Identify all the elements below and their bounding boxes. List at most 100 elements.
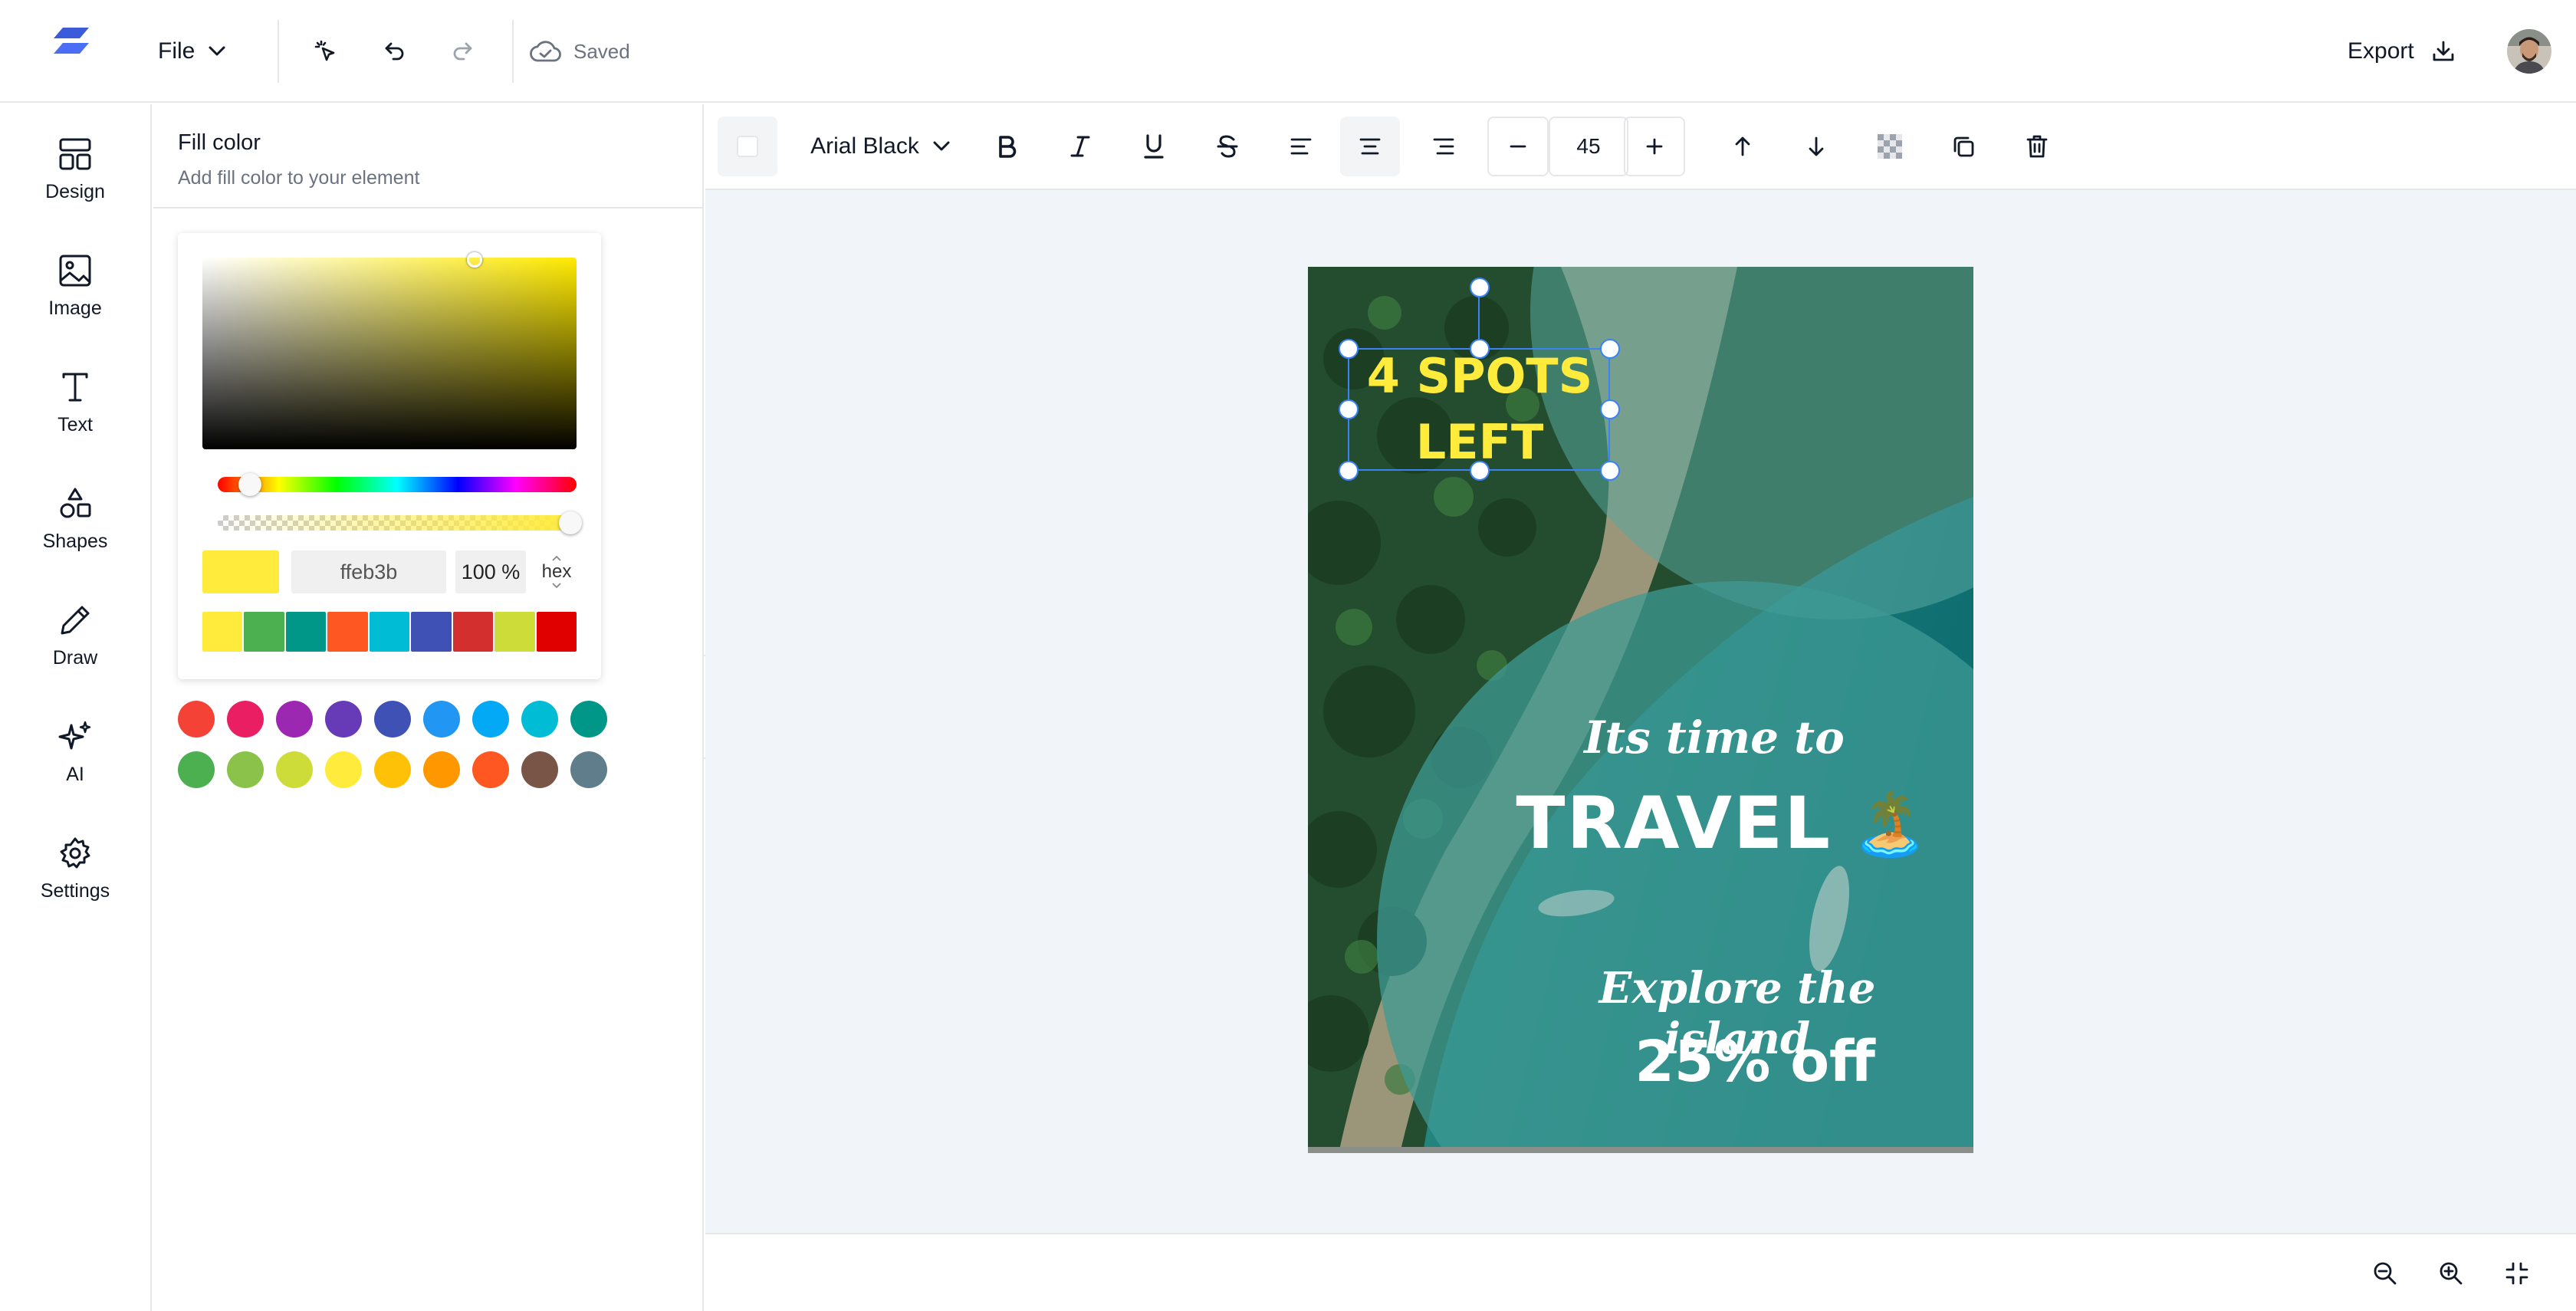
arrow-up-icon bbox=[1732, 135, 1753, 158]
chevron-up-icon bbox=[551, 555, 562, 561]
duplicate-button[interactable] bbox=[1934, 117, 1993, 176]
top-bar: File Saved Export bbox=[0, 0, 2576, 103]
hue-handle[interactable] bbox=[238, 473, 261, 496]
palette-color-swatch[interactable] bbox=[227, 751, 264, 788]
sidebar-item-text[interactable]: Text bbox=[0, 353, 150, 452]
sidebar-item-ai[interactable]: AI bbox=[0, 702, 150, 802]
file-menu-button[interactable]: File bbox=[158, 31, 225, 72]
image-icon bbox=[58, 253, 93, 288]
download-icon bbox=[2431, 39, 2456, 64]
palette-color-swatch[interactable] bbox=[570, 751, 607, 788]
preset-swatch[interactable] bbox=[202, 612, 243, 652]
select-tool-button[interactable] bbox=[308, 34, 343, 69]
palette-color-swatch[interactable] bbox=[521, 751, 558, 788]
font-size-increase-button[interactable] bbox=[1624, 117, 1685, 176]
opacity-handle[interactable] bbox=[559, 511, 582, 534]
palette-color-swatch[interactable] bbox=[325, 701, 362, 738]
resize-handle[interactable] bbox=[1600, 339, 1620, 359]
align-center-button[interactable] bbox=[1340, 117, 1400, 176]
sidebar-item-settings[interactable]: Settings bbox=[0, 819, 150, 918]
preset-swatch[interactable] bbox=[452, 612, 494, 652]
sidebar-item-draw[interactable]: Draw bbox=[0, 586, 150, 685]
bring-forward-button[interactable] bbox=[1713, 117, 1773, 176]
fit-screen-button[interactable] bbox=[2499, 1256, 2535, 1291]
design-canvas[interactable]: 4 SPOTS LEFT Its time to TRAVEL 🏝️ Explo… bbox=[1308, 267, 1973, 1153]
preset-swatch[interactable] bbox=[369, 612, 410, 652]
resize-handle[interactable] bbox=[1470, 339, 1490, 359]
color-picker: 100 % hex bbox=[178, 233, 601, 679]
fill-color-button[interactable] bbox=[718, 117, 777, 176]
rotate-handle[interactable] bbox=[1470, 278, 1490, 297]
align-left-icon bbox=[1290, 136, 1313, 156]
preset-swatch[interactable] bbox=[285, 612, 327, 652]
palette-color-swatch[interactable] bbox=[472, 751, 509, 788]
resize-handle[interactable] bbox=[1470, 461, 1490, 481]
palette-color-swatch[interactable] bbox=[423, 751, 460, 788]
preset-swatch[interactable] bbox=[536, 612, 577, 652]
zoom-out-button[interactable] bbox=[2367, 1256, 2403, 1291]
gear-icon bbox=[58, 836, 93, 871]
italic-button[interactable] bbox=[1050, 117, 1110, 176]
app-logo-icon[interactable] bbox=[52, 28, 90, 55]
sidebar-item-image[interactable]: Image bbox=[0, 236, 150, 336]
resize-handle[interactable] bbox=[1339, 339, 1359, 359]
delete-button[interactable] bbox=[2007, 117, 2067, 176]
resize-handle[interactable] bbox=[1600, 399, 1620, 419]
send-backward-button[interactable] bbox=[1786, 117, 1846, 176]
hex-input[interactable] bbox=[291, 550, 446, 593]
palette-color-swatch[interactable] bbox=[178, 751, 215, 788]
export-button[interactable]: Export bbox=[2348, 31, 2456, 72]
panel-subtitle: Add fill color to your element bbox=[178, 167, 420, 189]
zoom-in-button[interactable] bbox=[2433, 1256, 2469, 1291]
saturation-handle[interactable] bbox=[467, 252, 482, 268]
redo-button[interactable] bbox=[445, 34, 480, 69]
palette-color-swatch[interactable] bbox=[276, 701, 313, 738]
align-right-button[interactable] bbox=[1414, 117, 1474, 176]
opacity-input[interactable]: 100 % bbox=[455, 550, 526, 593]
panel-header: Fill color Add fill color to your elemen… bbox=[153, 104, 702, 209]
resize-handle[interactable] bbox=[1600, 461, 1620, 481]
canvas-text-discount[interactable]: 25% off bbox=[1630, 1029, 1875, 1095]
color-palette bbox=[178, 701, 607, 802]
preset-swatch[interactable] bbox=[327, 612, 368, 652]
palette-color-swatch[interactable] bbox=[423, 701, 460, 738]
minimize-icon bbox=[2504, 1260, 2530, 1286]
palette-color-swatch[interactable] bbox=[472, 701, 509, 738]
palette-color-swatch[interactable] bbox=[325, 751, 362, 788]
toolbar-divider bbox=[278, 20, 279, 83]
palette-color-swatch[interactable] bbox=[521, 701, 558, 738]
island-emoji-icon[interactable]: 🏝️ bbox=[1852, 793, 1928, 855]
palette-color-swatch[interactable] bbox=[227, 701, 264, 738]
palette-color-swatch[interactable] bbox=[374, 751, 411, 788]
opacity-slider[interactable] bbox=[218, 515, 577, 531]
bottom-bar bbox=[705, 1233, 2576, 1311]
preset-swatch[interactable] bbox=[411, 612, 452, 652]
sidebar-item-shapes[interactable]: Shapes bbox=[0, 469, 150, 569]
preset-swatch[interactable] bbox=[495, 612, 535, 652]
align-left-button[interactable] bbox=[1271, 117, 1331, 176]
resize-handle[interactable] bbox=[1339, 461, 1359, 481]
palette-color-swatch[interactable] bbox=[276, 751, 313, 788]
strikethrough-button[interactable] bbox=[1198, 117, 1257, 176]
user-avatar[interactable] bbox=[2507, 29, 2551, 74]
palette-color-swatch[interactable] bbox=[374, 701, 411, 738]
saturation-value-area[interactable] bbox=[202, 258, 577, 449]
font-size-input[interactable]: 45 bbox=[1549, 117, 1628, 176]
bold-button[interactable] bbox=[977, 117, 1037, 176]
font-size-decrease-button[interactable] bbox=[1487, 117, 1549, 176]
hue-slider[interactable] bbox=[218, 477, 577, 492]
palette-color-swatch[interactable] bbox=[178, 701, 215, 738]
resize-handle[interactable] bbox=[1339, 399, 1359, 419]
color-mode-toggle[interactable]: hex bbox=[535, 546, 578, 598]
underline-button[interactable] bbox=[1124, 117, 1184, 176]
transparency-button[interactable] bbox=[1860, 117, 1920, 176]
strikethrough-icon bbox=[1215, 134, 1240, 159]
canvas-text-time[interactable]: Its time to bbox=[1584, 711, 1845, 764]
canvas-text-travel[interactable]: TRAVEL bbox=[1516, 782, 1832, 866]
undo-button[interactable] bbox=[377, 34, 412, 69]
preset-swatch[interactable] bbox=[244, 612, 284, 652]
font-family-select[interactable]: Arial Black bbox=[803, 117, 957, 176]
palette-color-swatch[interactable] bbox=[570, 701, 607, 738]
arrow-down-icon bbox=[1806, 135, 1827, 158]
sidebar-item-design[interactable]: Design bbox=[0, 120, 150, 219]
